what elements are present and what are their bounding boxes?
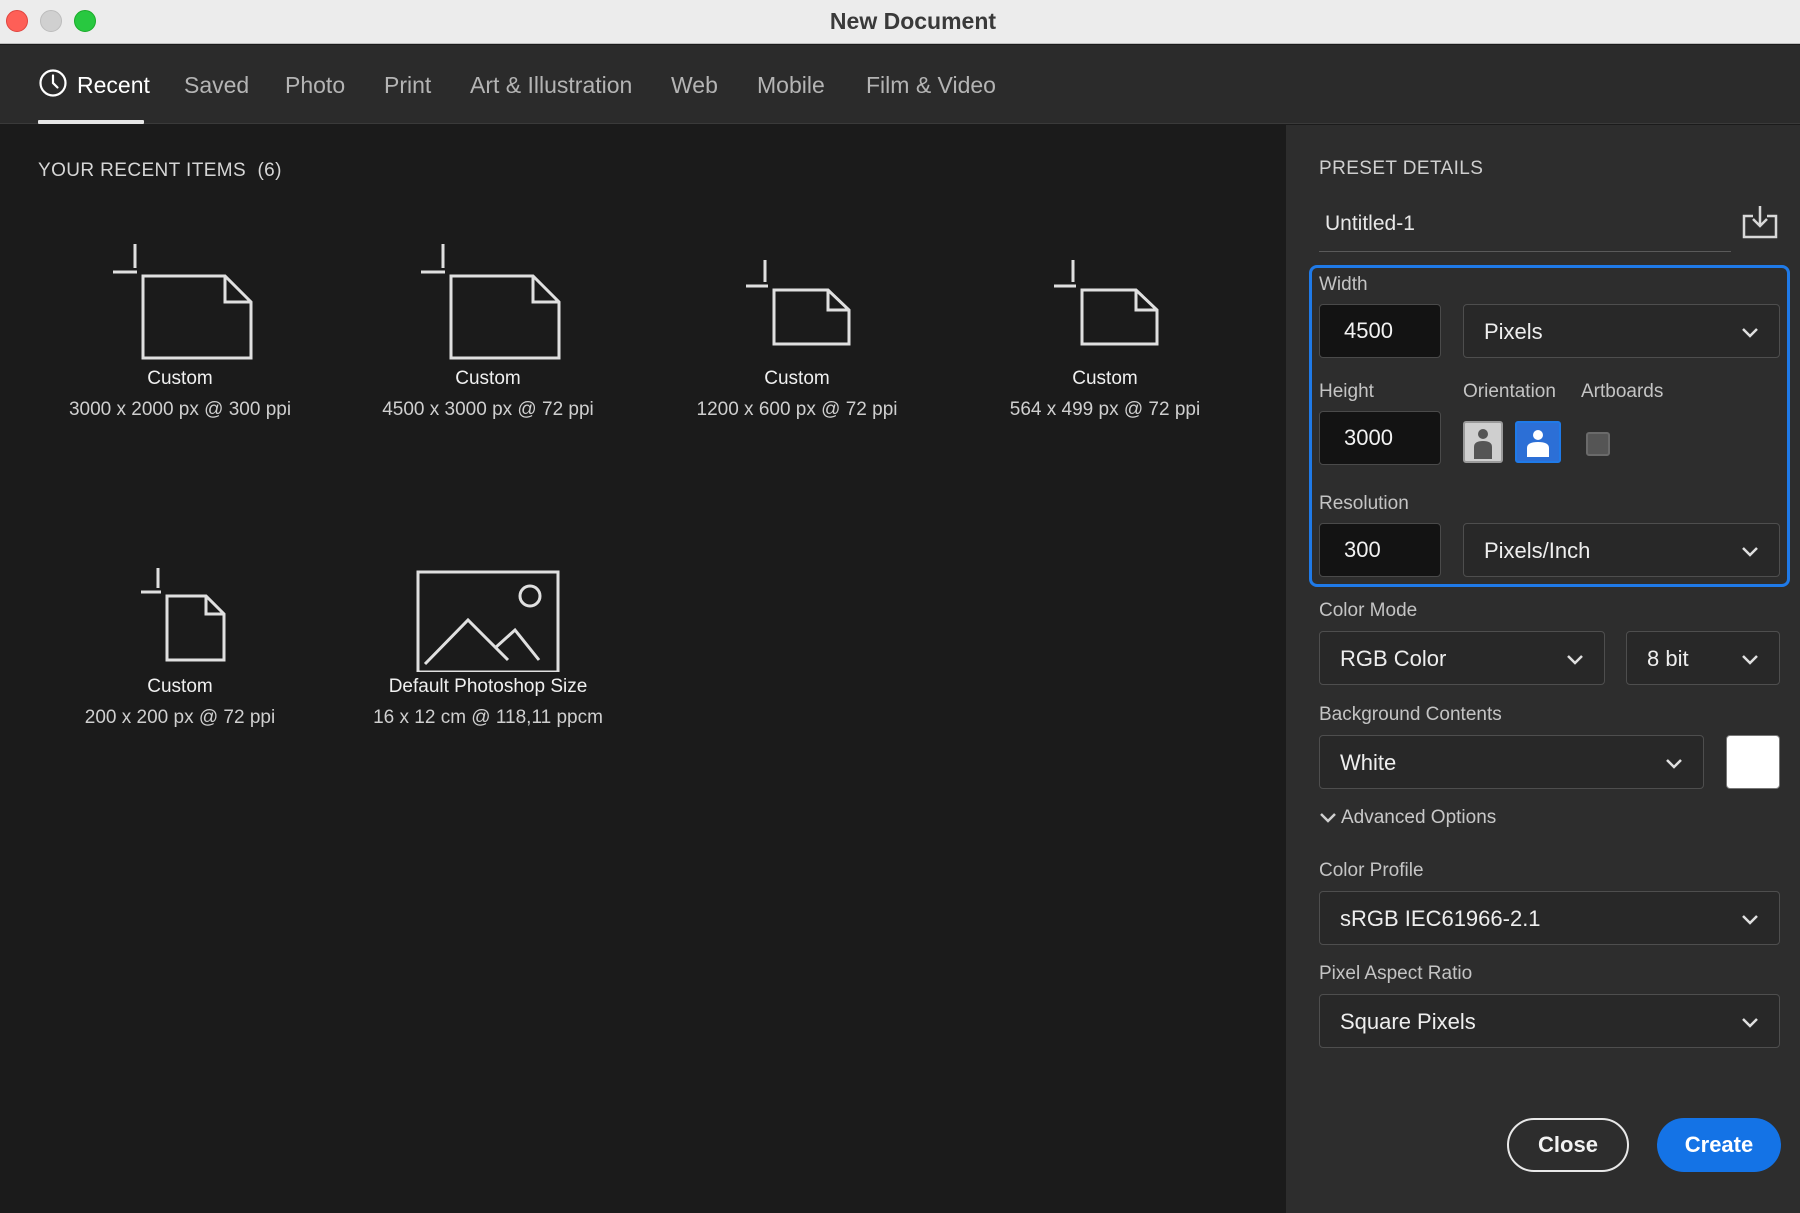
recent-item-name: Custom [147,368,213,389]
tab-film-video[interactable]: Film & Video [866,72,996,99]
document-name-field[interactable]: Untitled-1 [1319,200,1731,252]
pixel-aspect-ratio-select[interactable]: Square Pixels [1319,994,1780,1048]
color-profile-select[interactable]: sRGB IEC61966-2.1 [1319,891,1780,945]
tab-art-illustration[interactable]: Art & Illustration [470,72,632,99]
chevron-down-icon [1567,655,1583,665]
recent-item-meta: 4500 x 3000 px @ 72 ppi [382,399,594,420]
chevron-down-icon [1742,328,1758,338]
create-button[interactable]: Create [1657,1118,1781,1172]
resolution-label: Resolution [1319,493,1409,514]
recent-item[interactable]: Custom 4500 x 3000 px @ 72 ppi [358,242,618,421]
chevron-down-icon [1742,915,1758,925]
chevron-down-icon [1742,547,1758,557]
artboards-label: Artboards [1581,381,1664,402]
tab-print[interactable]: Print [384,72,431,99]
resolution-unit-value: Pixels/Inch [1484,538,1591,563]
tab-web[interactable]: Web [671,72,718,99]
height-label: Height [1319,381,1374,402]
recent-items-header: YOUR RECENT ITEMS (6) [38,160,282,181]
pixel-aspect-ratio-value: Square Pixels [1340,1009,1476,1034]
clock-icon [39,69,67,97]
tab-recent[interactable]: Recent [77,72,150,99]
recent-item-name: Custom [455,368,521,389]
new-document-icon [1054,260,1159,346]
background-color-swatch[interactable] [1726,735,1780,789]
advanced-options-label: Advanced Options [1341,807,1497,828]
title-bar: New Document [0,0,1800,44]
height-input[interactable]: 3000 [1319,411,1441,465]
bit-depth-value: 8 bit [1647,646,1689,671]
recent-item-meta: 3000 x 2000 px @ 300 ppi [68,399,292,420]
background-contents-select[interactable]: White [1319,735,1704,789]
color-mode-select[interactable]: RGB Color [1319,631,1605,685]
tab-saved[interactable]: Saved [184,72,249,99]
recent-item[interactable]: Custom 200 x 200 px @ 72 ppi [50,550,310,729]
resolution-input[interactable]: 300 [1319,523,1441,577]
tab-photo[interactable]: Photo [285,72,345,99]
width-unit-select[interactable]: Pixels [1463,304,1780,358]
recent-item-name: Custom [1072,368,1138,389]
artboards-checkbox[interactable] [1586,432,1610,456]
chevron-down-icon [1666,759,1682,769]
image-placeholder-icon [416,570,560,672]
new-document-icon [746,260,851,346]
new-document-icon [141,568,226,662]
recent-item-meta: 1200 x 600 px @ 72 ppi [696,399,898,420]
pixel-aspect-ratio-label: Pixel Aspect Ratio [1319,963,1473,984]
recent-item[interactable]: Default Photoshop Size 16 x 12 cm @ 118,… [358,550,618,729]
recent-item[interactable]: Custom 1200 x 600 px @ 72 ppi [667,242,927,421]
orientation-portrait-button[interactable] [1463,421,1503,463]
preset-details-header: PRESET DETAILS [1319,158,1484,179]
new-document-icon [421,244,561,360]
color-profile-value: sRGB IEC61966-2.1 [1340,906,1541,931]
recent-item[interactable]: Custom 564 x 499 px @ 72 ppi [975,242,1235,421]
landscape-icon [1527,430,1549,457]
color-profile-label: Color Profile [1319,860,1424,881]
close-button[interactable]: Close [1507,1118,1629,1172]
width-unit-value: Pixels [1484,319,1543,344]
portrait-icon [1474,429,1492,459]
chevron-down-icon [1742,1018,1758,1028]
bit-depth-select[interactable]: 8 bit [1626,631,1780,685]
background-contents-value: White [1340,750,1397,775]
preset-category-tabs: Recent Saved Photo Print Art & Illustrat… [0,45,1800,124]
active-tab-indicator [38,120,144,124]
recent-item-meta: 16 x 12 cm @ 118,11 ppcm [373,707,603,728]
recent-item-name: Custom [147,676,213,697]
background-contents-label: Background Contents [1319,704,1502,725]
window-title: New Document [829,8,997,34]
recent-item[interactable]: Custom 3000 x 2000 px @ 300 ppi [50,242,310,421]
recent-item-name: Default Photoshop Size [388,676,588,697]
orientation-label: Orientation [1463,381,1556,402]
recent-item-name: Custom [764,368,830,389]
advanced-options-toggle[interactable]: Advanced Options [1319,807,1496,829]
width-label: Width [1319,274,1368,295]
recent-item-meta: 200 x 200 px @ 72 ppi [84,707,276,728]
chevron-down-icon [1320,813,1336,823]
color-mode-value: RGB Color [1340,646,1447,671]
save-preset-icon[interactable] [1741,204,1779,240]
tab-mobile[interactable]: Mobile [757,72,825,99]
orientation-landscape-button[interactable] [1515,421,1561,463]
color-mode-label: Color Mode [1319,600,1418,621]
resolution-unit-select[interactable]: Pixels/Inch [1463,523,1780,577]
width-input[interactable]: 4500 [1319,304,1441,358]
new-document-icon [113,244,253,360]
chevron-down-icon [1742,655,1758,665]
recent-item-meta: 564 x 499 px @ 72 ppi [1009,399,1201,420]
